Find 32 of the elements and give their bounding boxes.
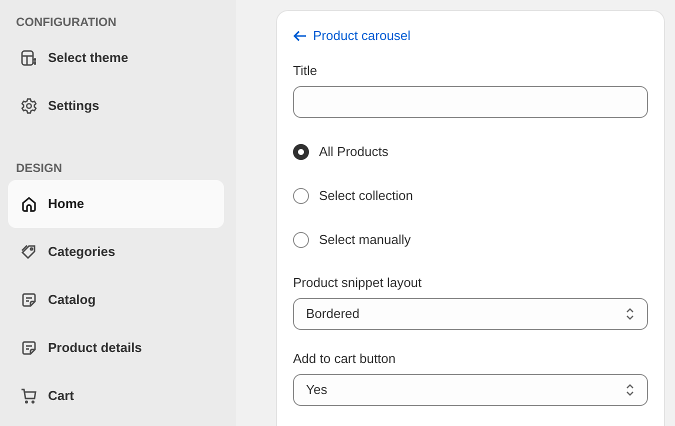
sidebar-item[interactable]: Settings — [8, 82, 224, 130]
tag-icon — [20, 243, 38, 261]
field-label: Product snippet layout — [293, 274, 423, 292]
sidebar-item[interactable]: Select theme — [8, 34, 224, 82]
cart-icon — [20, 387, 38, 405]
sidebar-item[interactable]: Categories — [8, 228, 224, 276]
radio-label: All Products — [319, 143, 388, 162]
field-label: Add to cart button — [293, 350, 397, 368]
theme-icon — [20, 49, 38, 67]
select-dropdown[interactable]: Yes — [293, 374, 648, 406]
chevron-updown-icon — [625, 383, 635, 397]
section-heading: DESIGN — [15, 160, 64, 176]
gear-icon — [20, 97, 38, 115]
house-icon — [20, 195, 38, 213]
title-input[interactable] — [293, 86, 648, 118]
sidebar-item[interactable]: Cart — [8, 372, 224, 420]
radio-button[interactable] — [293, 232, 309, 248]
section-heading: CONFIGURATION — [15, 14, 118, 30]
back-link[interactable]: Product carousel — [293, 26, 411, 46]
back-arrow-icon — [293, 30, 307, 42]
sidebar-item[interactable]: Product details — [8, 324, 224, 372]
sidebar-item[interactable]: Catalog — [8, 276, 224, 324]
note-icon — [20, 339, 38, 357]
radio-label: Select collection — [319, 187, 413, 206]
radio-button[interactable] — [293, 188, 309, 204]
radio-button[interactable] — [293, 144, 309, 160]
sidebar-item[interactable]: Home — [8, 180, 224, 228]
field-label: Title — [293, 62, 318, 80]
chevron-updown-icon — [625, 307, 635, 321]
radio-label: Select manually — [319, 231, 411, 250]
note-icon — [20, 291, 38, 309]
select-dropdown[interactable]: Bordered — [293, 298, 648, 330]
